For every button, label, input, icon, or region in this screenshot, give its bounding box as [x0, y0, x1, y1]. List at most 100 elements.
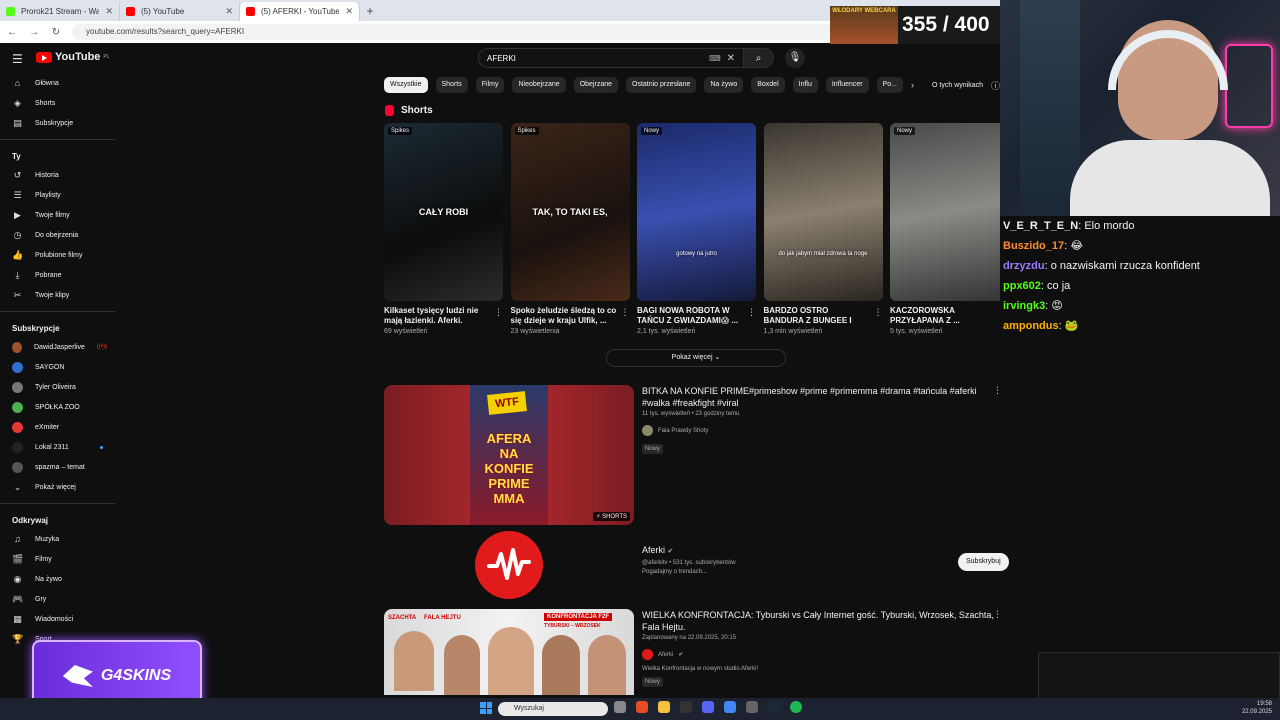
chevron-right-icon[interactable]: › — [911, 80, 914, 90]
short-item[interactable]: Nowy gotowy na jutro BAGI NOWA ROBOTA W TA… — [637, 123, 756, 335]
chat-username[interactable]: ppx602 — [1003, 280, 1041, 292]
task-view-icon[interactable] — [614, 701, 626, 713]
more-actions-icon[interactable]: ⋮ — [993, 609, 1002, 620]
sidebar-item[interactable]: ◉ Na żywo — [0, 569, 115, 589]
new-tab-icon[interactable]: + — [360, 2, 380, 21]
channel-name[interactable]: Aferki — [658, 652, 673, 658]
short-title[interactable]: BARDZO OSTRO BANDURA Z BUNGEE I MAKSYMAL… — [764, 306, 870, 326]
voice-search-icon[interactable]: 🎙 — [785, 48, 805, 68]
file-explorer-icon[interactable] — [658, 701, 670, 713]
info-icon[interactable]: ⓘ — [991, 79, 1000, 92]
search-button[interactable]: ⌕ — [743, 49, 773, 67]
chat-username[interactable]: irvingk3 — [1003, 300, 1045, 312]
youtube-logo[interactable]: YouTube PL — [36, 51, 110, 63]
about-results-link[interactable]: O tych wynikach — [932, 82, 983, 89]
windows-start-icon[interactable] — [480, 702, 492, 714]
more-actions-icon[interactable]: ⋮ — [993, 385, 1002, 396]
browser-tab[interactable]: (5) YouTube ✕ — [120, 2, 240, 21]
sidebar-item[interactable]: ✂ Twoje klipy — [0, 285, 115, 305]
sidebar-item[interactable]: ◈ Shorts — [0, 93, 115, 113]
sidebar-item[interactable]: ↺ Historia — [0, 165, 115, 185]
taskbar-search[interactable]: Wyszukaj — [498, 702, 608, 716]
sidebar-subscription[interactable]: DawidJasperlive ((•)) — [0, 337, 115, 357]
clear-search-icon[interactable]: ✕ — [727, 53, 735, 64]
browser-tab[interactable]: Prorok21 Stream - Watch Live on... ✕ — [0, 2, 120, 21]
more-actions-icon[interactable]: ⋮ — [747, 307, 756, 318]
short-thumbnail[interactable]: Spikes TAK, TO TAKI ES, — [510, 123, 630, 301]
video-channel[interactable]: Aferki ✔ — [642, 649, 1002, 660]
sidebar-item[interactable]: 🎬 Filmy — [0, 549, 115, 569]
filter-chip[interactable]: Influ — [792, 77, 818, 93]
channel-result[interactable]: Aferki ✔ @aferkitv • 531 tys. subskryben… — [384, 529, 1014, 609]
video-channel[interactable]: Fala Prawdy Shoty — [642, 425, 1002, 436]
short-item[interactable]: Spikes CAŁY ROBI Kilkaset tysięcy ludzi ni… — [384, 123, 503, 335]
close-tab-icon[interactable]: ✕ — [105, 6, 113, 17]
browser-icon[interactable] — [724, 701, 736, 713]
short-title[interactable]: BAGI NOWA ROBOTA W TAŃCU Z GWIAZDAMI😱 ..… — [637, 306, 743, 326]
sidebar-subscription[interactable]: spazma – temat — [0, 457, 115, 477]
sidebar-item[interactable]: ▤ Subskrypcje — [0, 113, 115, 133]
more-actions-icon[interactable]: ⋮ — [621, 307, 630, 318]
sidebar-section-subscriptions[interactable]: Subskrypcje — [0, 316, 115, 337]
video-thumbnail[interactable]: WTF AFERA NA KONFIE PRIME MMA ⚡ SHORTS — [384, 385, 634, 525]
channel-avatar[interactable] — [642, 649, 653, 660]
filter-chip[interactable]: Filmy — [475, 77, 505, 93]
channel-name[interactable]: Fala Prawdy Shoty — [658, 428, 708, 434]
sidebar-item[interactable]: 🎮 Gry — [0, 589, 115, 609]
reload-icon[interactable]: ↻ — [50, 27, 62, 38]
sidebar-item[interactable]: ☰ Playlisty — [0, 185, 115, 205]
filter-chip[interactable]: Obejrzane — [573, 77, 618, 93]
spotify-icon[interactable] — [790, 701, 802, 713]
video-thumbnail[interactable]: SZACHTA FALA HEJTU KONFRONTACJA F2F TYBU… — [384, 609, 634, 695]
short-thumbnail[interactable]: Spikes CAŁY ROBI — [384, 123, 503, 301]
short-item[interactable]: Spikes TAK, TO TAKI ES, Spoko żeludzie śle… — [510, 123, 630, 335]
short-thumbnail[interactable]: Nowy — [890, 123, 1000, 301]
search-input[interactable] — [487, 53, 710, 63]
video-title[interactable]: BITKA NA KONFIE PRIME#primeshow #prime #… — [642, 385, 1002, 409]
filter-chip[interactable]: Na żywo — [704, 77, 744, 93]
video-title[interactable]: WIELKA KONFRONTACJA: Tyburski vs Cały In… — [642, 609, 1002, 633]
terminal-icon[interactable] — [680, 701, 692, 713]
browser-tab[interactable]: (5) AFERKI - YouTube ✕ — [240, 2, 360, 21]
menu-icon[interactable]: ☰ — [12, 52, 23, 66]
short-item[interactable]: Nowy KACZOROWSKA PRZYŁAPANA Z ... 5 tys. w… — [890, 123, 1000, 335]
filter-chip[interactable]: Nieobejrzane — [512, 77, 566, 93]
chrome-icon[interactable] — [636, 701, 648, 713]
steam-icon[interactable] — [768, 701, 780, 713]
sidebar-subscription[interactable]: eXmiter — [0, 417, 115, 437]
channel-avatar[interactable] — [642, 425, 653, 436]
short-title[interactable]: Kilkaset tysięcy ludzi nie mają łazienki… — [384, 306, 490, 326]
filter-chip[interactable]: Boxdel — [751, 77, 785, 93]
sidebar-subscription[interactable]: Tyler Oliveira — [0, 377, 115, 397]
video-result[interactable]: SZACHTA FALA HEJTU KONFRONTACJA F2F TYBU… — [384, 609, 1014, 695]
short-title[interactable]: Spoko żeludzie śledzą to co się dzieje w… — [511, 306, 617, 326]
keyboard-icon[interactable]: ⌨ — [709, 54, 721, 63]
short-thumbnail[interactable]: do jak jabym miał zdrowa ta noge — [763, 123, 883, 301]
sidebar-show-more[interactable]: ⌄ Pokaż więcej — [0, 477, 115, 497]
chat-username[interactable]: ampondus — [1003, 320, 1059, 332]
short-title[interactable]: KACZOROWSKA PRZYŁAPANA Z ... — [890, 306, 996, 326]
sidebar-item[interactable]: ▦ Wiadomości — [0, 609, 115, 629]
sidebar-subscription[interactable]: SPÓŁKA ZOO — [0, 397, 115, 417]
more-actions-icon[interactable]: ⋮ — [874, 307, 883, 318]
sidebar-item[interactable]: ♫ Muzyka — [0, 529, 115, 549]
video-result[interactable]: WTF AFERA NA KONFIE PRIME MMA ⚡ SHORTS B… — [384, 385, 1014, 527]
filter-chip[interactable]: Ostatnio przesłane — [626, 77, 697, 93]
more-actions-icon[interactable]: ⋮ — [494, 307, 503, 318]
filter-chip[interactable]: Wszystkie — [384, 77, 428, 93]
obs-icon[interactable] — [746, 701, 758, 713]
chat-username[interactable]: drzyzdu — [1003, 260, 1045, 272]
subscribe-button[interactable]: Subskrybuj — [958, 553, 1009, 571]
sidebar-item[interactable]: ▶ Twoje filmy — [0, 205, 115, 225]
short-thumbnail[interactable]: Nowy gotowy na jutro — [637, 123, 756, 301]
sidebar-item[interactable]: ⌂ Główna — [0, 73, 115, 93]
close-tab-icon[interactable]: ✕ — [225, 6, 233, 17]
channel-avatar-large[interactable] — [475, 531, 543, 599]
back-icon[interactable]: ← — [6, 27, 18, 38]
chat-username[interactable]: Buszido_17 — [1003, 240, 1064, 252]
short-item[interactable]: do jak jabym miał zdrowa ta noge BARDZO O… — [763, 123, 883, 335]
sidebar-item[interactable]: ⤓ Pobrane — [0, 265, 115, 285]
filter-chip[interactable]: Po... — [876, 77, 904, 93]
show-more-button[interactable]: Pokaż więcej ⌄ — [606, 349, 786, 367]
sidebar-section-you[interactable]: Ty — [0, 144, 115, 165]
